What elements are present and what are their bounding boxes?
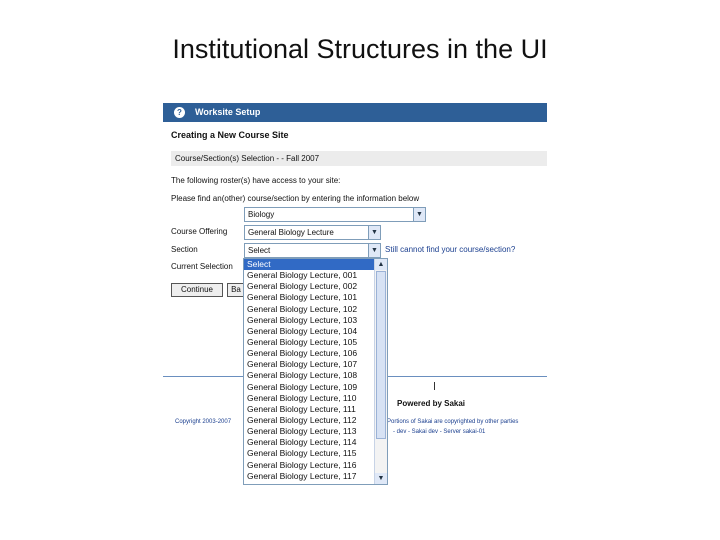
slide-title: Institutional Structures in the UI bbox=[172, 34, 548, 64]
section-option[interactable]: General Biology Lecture, 002 bbox=[244, 281, 387, 292]
section-select-value: Select bbox=[248, 246, 271, 255]
section-option[interactable]: General Biology Lecture, 101 bbox=[244, 292, 387, 303]
section-option[interactable]: General Biology Lecture, 108 bbox=[244, 370, 387, 381]
section-option[interactable]: General Biology Lecture, 107 bbox=[244, 359, 387, 370]
scrollbar-thumb[interactable] bbox=[376, 271, 386, 439]
subject-select-value: Biology bbox=[248, 210, 275, 219]
window-title: Worksite Setup bbox=[195, 107, 261, 117]
chevron-down-icon[interactable]: ▼ bbox=[368, 226, 380, 239]
scroll-up-icon[interactable]: ▲ bbox=[375, 259, 387, 270]
footer-separator bbox=[434, 382, 435, 390]
section-band: Course/Section(s) Selection - - Fall 200… bbox=[171, 151, 547, 166]
section-option[interactable]: General Biology Lecture, 106 bbox=[244, 348, 387, 359]
cant-find-course-link[interactable]: Still cannot find your course/section? bbox=[385, 245, 515, 254]
section-option[interactable]: General Biology Lecture, 113 bbox=[244, 426, 387, 437]
section-option[interactable]: General Biology Lecture, 104 bbox=[244, 326, 387, 337]
section-option[interactable]: General Biology Lecture, 102 bbox=[244, 304, 387, 315]
course-offering-label: Course Offering bbox=[171, 227, 228, 236]
section-band-text: Course/Section(s) Selection - - Fall 200… bbox=[175, 154, 320, 163]
section-option[interactable]: General Biology Lecture, 103 bbox=[244, 315, 387, 326]
footer-links[interactable]: - dev - Sakai dev - Server sakai-01 bbox=[393, 429, 485, 435]
chevron-down-icon[interactable]: ▼ bbox=[368, 244, 380, 257]
section-dropdown-list[interactable]: Select General Biology Lecture, 001 Genera… bbox=[243, 258, 388, 485]
window-titlebar: ? Worksite Setup bbox=[163, 103, 547, 122]
roster-text: The following roster(s) have access to y… bbox=[171, 176, 341, 185]
section-option[interactable]: General Biology Lecture, 105 bbox=[244, 337, 387, 348]
section-option[interactable]: General Biology Lecture, 109 bbox=[244, 382, 387, 393]
section-option[interactable]: General Biology Lecture, 111 bbox=[244, 404, 387, 415]
section-option[interactable]: General Biology Lecture, 115 bbox=[244, 448, 387, 459]
scroll-down-icon[interactable]: ▼ bbox=[375, 473, 387, 484]
section-option[interactable]: Select bbox=[244, 259, 387, 271]
current-selection-label: Current Selection bbox=[171, 262, 233, 271]
rights-text: Portions of Sakai are copyrighted by oth… bbox=[387, 419, 519, 425]
section-option[interactable]: General Biology Lecture, 001 bbox=[244, 270, 387, 281]
subject-select[interactable]: Biology ▼ bbox=[244, 207, 426, 222]
section-option-list: Select General Biology Lecture, 001 Genera… bbox=[244, 259, 387, 482]
instructions-text: Please find an(other) course/section by … bbox=[171, 194, 420, 203]
continue-button[interactable]: Continue bbox=[171, 283, 223, 297]
section-option[interactable]: General Biology Lecture, 112 bbox=[244, 415, 387, 426]
course-offering-select[interactable]: General Biology Lecture ▼ bbox=[244, 225, 381, 240]
help-icon[interactable]: ? bbox=[174, 107, 185, 118]
course-offering-value: General Biology Lecture bbox=[248, 228, 334, 237]
chevron-down-icon[interactable]: ▼ bbox=[413, 208, 425, 221]
section-option[interactable]: General Biology Lecture, 110 bbox=[244, 393, 387, 404]
section-option[interactable]: General Biology Lecture, 114 bbox=[244, 437, 387, 448]
section-option[interactable]: General Biology Lecture, 116 bbox=[244, 460, 387, 471]
dropdown-scrollbar[interactable]: ▲ ▼ bbox=[374, 259, 387, 484]
copyright-link[interactable]: Copyright 2003-2007 bbox=[175, 419, 231, 425]
section-option[interactable]: General Biology Lecture, 117 bbox=[244, 471, 387, 482]
section-label: Section bbox=[171, 245, 198, 254]
powered-by-sakai: Powered by Sakai bbox=[397, 399, 466, 408]
section-select[interactable]: Select ▼ bbox=[244, 243, 381, 258]
page-heading: Creating a New Course Site bbox=[171, 130, 289, 140]
